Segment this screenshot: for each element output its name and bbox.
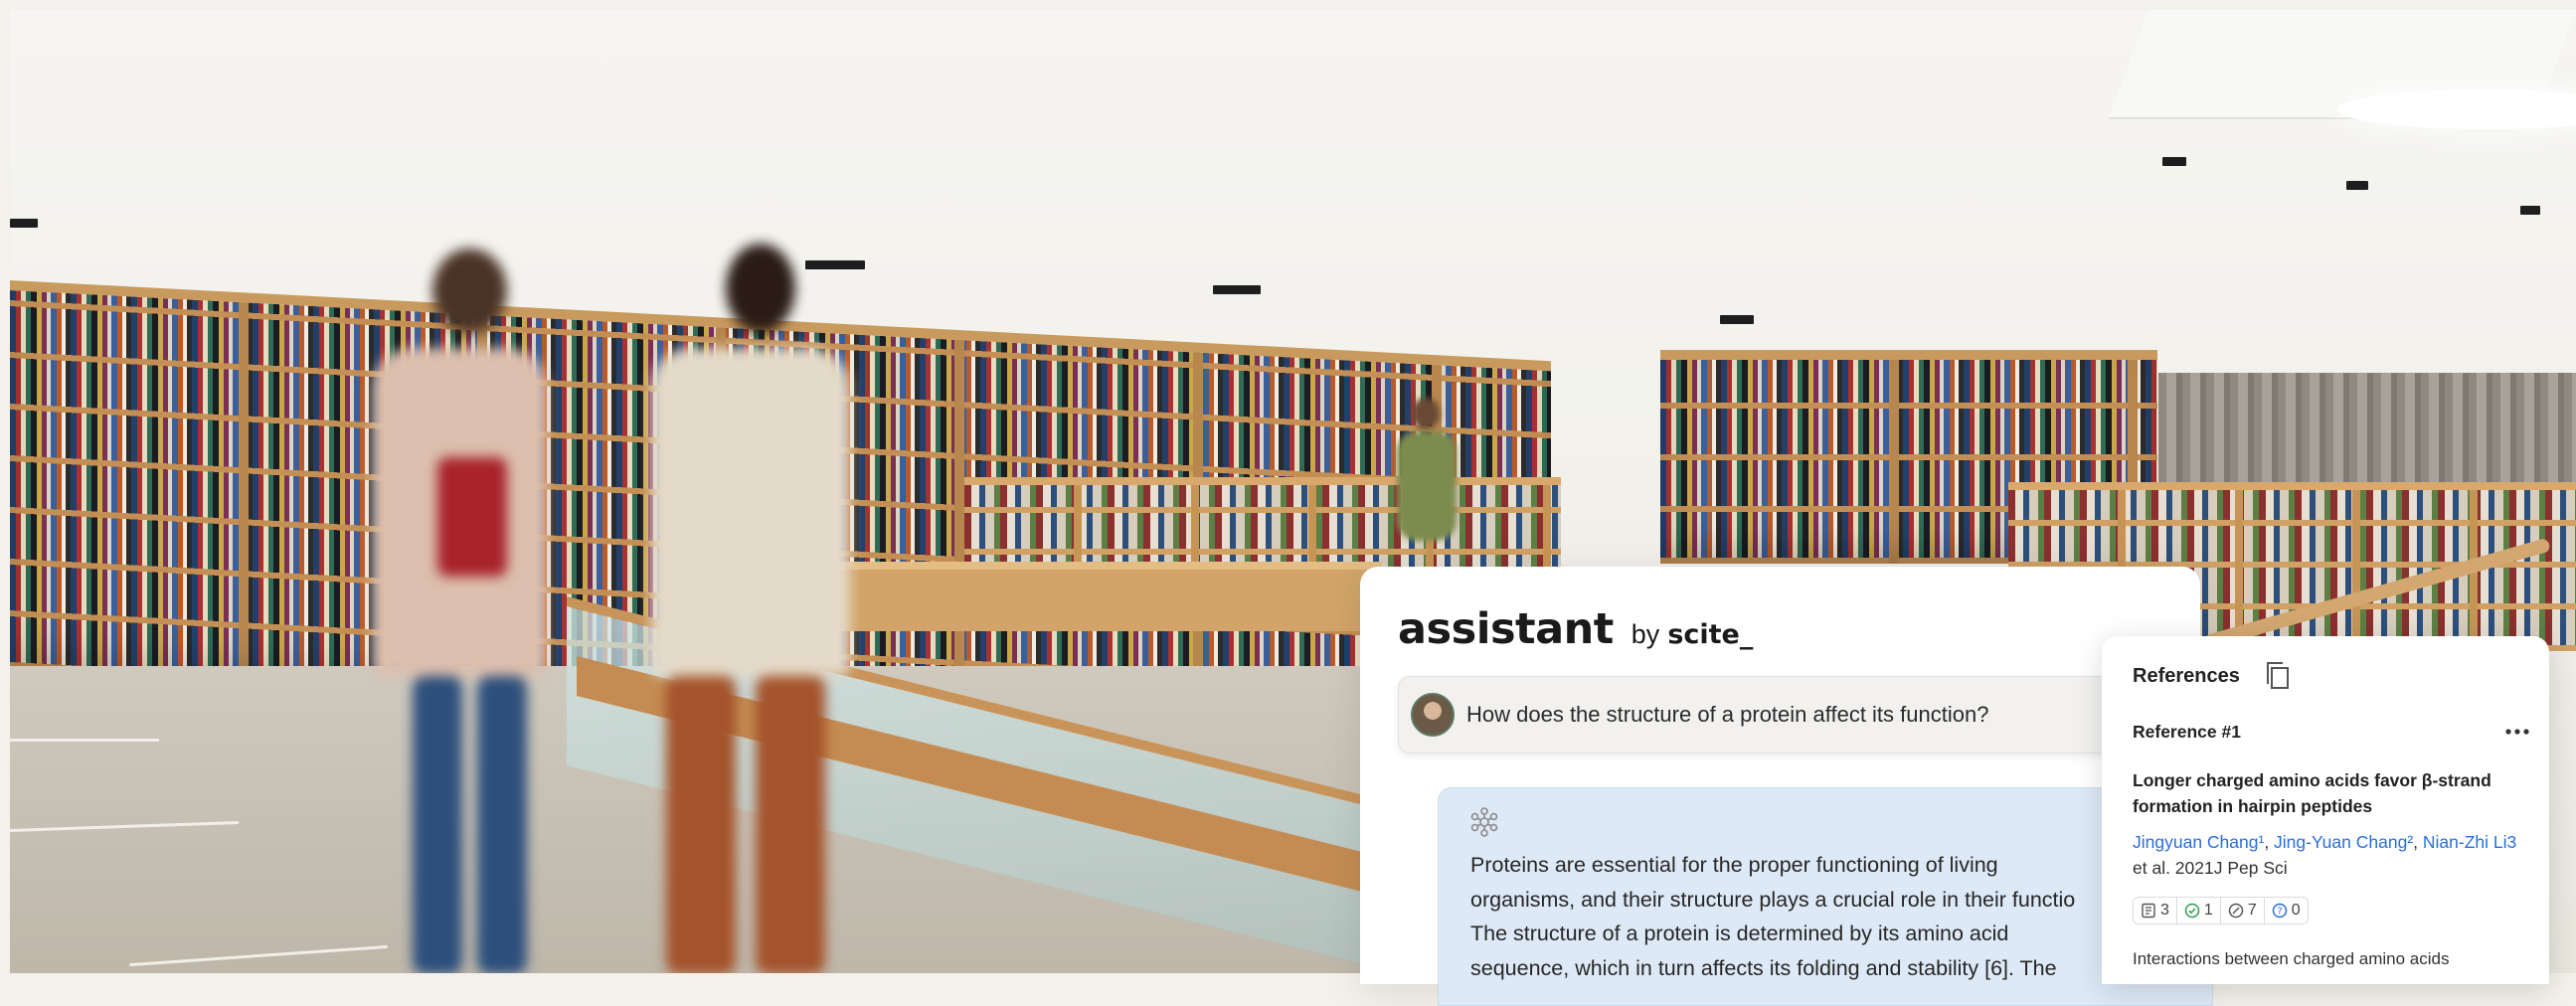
- stat-supporting[interactable]: 1: [2176, 897, 2221, 924]
- wall-vent: [2346, 181, 2368, 190]
- stat-mentioning[interactable]: 3: [2133, 897, 2177, 924]
- wall-vent: [1213, 285, 1261, 294]
- answer-message: Proteins are essential for the proper fu…: [1438, 787, 2213, 1006]
- document-icon: [2142, 903, 2155, 919]
- stat-value: 0: [2291, 902, 2301, 919]
- author-link[interactable]: Jing-Yuan Chang²: [2274, 832, 2413, 852]
- citation-stats: 3 1 7 ? 0: [2133, 897, 2309, 924]
- references-panel: References Reference #1 Longer charged a…: [2102, 636, 2549, 984]
- author-link[interactable]: Nian-Zhi Li3: [2423, 832, 2516, 852]
- stat-value: 1: [2203, 902, 2213, 919]
- question-circle-icon: ?: [2272, 903, 2287, 919]
- reference-authors: Jingyuan Chang¹, Jing-Yuan Chang², Nian-…: [2133, 832, 2517, 878]
- user-avatar-icon: [1411, 693, 1455, 737]
- citation-info: et al. 2021J Pep Sci: [2133, 858, 2288, 878]
- check-circle-icon: [2184, 903, 2200, 919]
- stat-value: 7: [2247, 902, 2257, 919]
- references-title: References: [2133, 664, 2240, 687]
- references-header: References: [2133, 660, 2292, 692]
- assistant-panel: assistant by scite_ How does the structu…: [1360, 567, 2213, 1006]
- question-text: How does the structure of a protein affe…: [1466, 702, 1989, 727]
- skylight: [2337, 89, 2576, 129]
- person-walking: [338, 239, 597, 973]
- reference-title[interactable]: Longer charged amino acids favor β-stran…: [2133, 767, 2530, 819]
- stat-unclassified[interactable]: ? 0: [2264, 897, 2309, 924]
- question-input[interactable]: How does the structure of a protein affe…: [1398, 676, 2183, 754]
- scite-bot-icon: [1470, 807, 1498, 837]
- more-horizontal-icon[interactable]: [2505, 729, 2529, 735]
- svg-text:?: ?: [2277, 907, 2282, 918]
- assistant-brand: assistant by scite_: [1398, 604, 1753, 654]
- wall-vent: [10, 219, 38, 228]
- wall-vent: [2162, 157, 2186, 166]
- reference-excerpt: Interactions between charged amino acids: [2133, 949, 2450, 968]
- brand-logo: scite_: [1667, 619, 1754, 650]
- copy-icon[interactable]: [2264, 660, 2292, 692]
- wall-vent: [2520, 206, 2540, 215]
- assistant-title: assistant: [1398, 604, 1614, 654]
- slash-circle-icon: [2228, 903, 2244, 919]
- stat-value: 3: [2160, 902, 2169, 919]
- stat-contrasting[interactable]: 7: [2220, 897, 2265, 924]
- wall-vent: [1720, 315, 1754, 324]
- reference-number: Reference #1: [2133, 722, 2241, 742]
- brand-by-label: by: [1631, 619, 1660, 649]
- author-link[interactable]: Jingyuan Chang¹: [2133, 832, 2264, 852]
- person-background: [1387, 398, 1466, 577]
- person-walking: [606, 239, 905, 973]
- counter: [825, 562, 1382, 631]
